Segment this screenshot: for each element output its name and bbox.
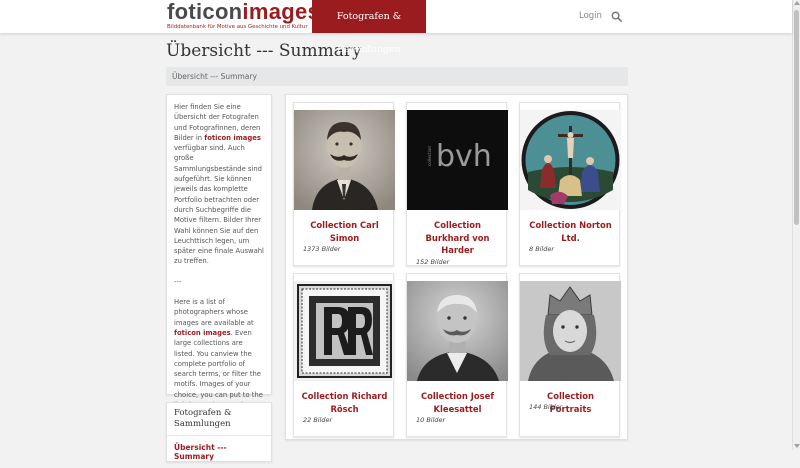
sidebar-intro-box: Hier finden Sie eine Übersicht der Fotog… bbox=[166, 94, 272, 419]
sidebar-nav-box: Fotografen & Sammlungen Übersicht --- Su… bbox=[166, 402, 272, 462]
page-title: Übersicht --- Summary bbox=[166, 41, 362, 61]
collection-card-josef-kleesattel[interactable]: Collection Josef Kleesattel 10 Bilder bbox=[406, 273, 508, 437]
collection-title-richard-roesch[interactable]: Collection Richard Rösch bbox=[300, 390, 389, 415]
scroll-up-arrow-icon[interactable] bbox=[794, 1, 800, 5]
collection-image-portraits[interactable] bbox=[520, 281, 621, 381]
logo-part-2: images bbox=[242, 0, 321, 24]
page-scrollbar[interactable] bbox=[792, 0, 800, 450]
collection-count-portraits: 144 Bilder bbox=[529, 403, 563, 411]
logo-wordmark: foticonimages bbox=[167, 0, 320, 24]
collection-count-burkhard-von-harder: 152 Bilder bbox=[416, 258, 450, 266]
collection-count-josef-kleesattel: 10 Bilder bbox=[416, 416, 446, 424]
sidebar-nav-summary-link[interactable]: Übersicht --- Summary bbox=[167, 436, 271, 468]
collection-image-norton-ltd[interactable] bbox=[520, 110, 621, 210]
collection-image-richard-roesch[interactable] bbox=[294, 281, 395, 381]
logo-tagline: Bilddatenbank für Motive aus Geschichte … bbox=[167, 24, 308, 30]
collection-card-norton-ltd[interactable]: Collection Norton Ltd. 8 Bilder bbox=[519, 102, 621, 266]
bvh-logo-small-text: collection bbox=[427, 146, 432, 166]
intro-en-text-1: Here is a list of photographers whose im… bbox=[174, 298, 254, 327]
intro-en-brand-link[interactable]: foticon images bbox=[174, 329, 231, 337]
collections-panel: Collection Carl Simon 1373 Bilder collec… bbox=[285, 94, 628, 440]
collection-image-josef-kleesattel[interactable] bbox=[407, 281, 508, 381]
collection-image-burkhard-von-harder[interactable]: collection bvh bbox=[407, 110, 508, 210]
breadcrumb: Übersicht --- Summary bbox=[166, 67, 628, 86]
collection-title-burkhard-von-harder[interactable]: Collection Burkhard von Harder bbox=[413, 219, 502, 257]
intro-german: Hier finden Sie eine Übersicht der Fotog… bbox=[174, 102, 264, 267]
intro-de-brand-link[interactable]: foticon images bbox=[204, 134, 261, 142]
logo-part-1: foticon bbox=[167, 0, 243, 24]
collection-card-carl-simon[interactable]: Collection Carl Simon 1373 Bilder bbox=[293, 102, 395, 266]
search-icon[interactable] bbox=[611, 11, 622, 22]
sidebar-nav-title: Fotografen & Sammlungen bbox=[167, 403, 271, 436]
site-logo[interactable]: foticonimages Bilddatenbank für Motive a… bbox=[167, 0, 320, 33]
intro-separator: --- bbox=[174, 277, 182, 286]
collection-card-richard-roesch[interactable]: Collection Richard Rösch 22 Bilder bbox=[293, 273, 395, 437]
collection-count-richard-roesch: 22 Bilder bbox=[303, 416, 333, 424]
collection-card-portraits[interactable]: Collection Portraits 144 Bilder bbox=[519, 273, 621, 437]
collection-card-burkhard-von-harder[interactable]: collection bvh Collection Burkhard von H… bbox=[406, 102, 508, 266]
top-navbar: foticonimages Bilddatenbank für Motive a… bbox=[0, 0, 792, 55]
login-link[interactable]: Login bbox=[579, 0, 602, 33]
scroll-down-arrow-icon[interactable] bbox=[794, 444, 800, 448]
intro-de-text-2: verfügbar sind. Auch große Sammlungsbest… bbox=[174, 144, 264, 266]
collection-title-norton-ltd[interactable]: Collection Norton Ltd. bbox=[526, 219, 615, 244]
collection-count-norton-ltd: 8 Bilder bbox=[529, 245, 555, 253]
bvh-logo-text: bvh bbox=[436, 139, 492, 174]
collection-title-josef-kleesattel[interactable]: Collection Josef Kleesattel bbox=[413, 390, 502, 415]
collection-count-carl-simon: 1373 Bilder bbox=[303, 245, 341, 253]
breadcrumb-current[interactable]: Übersicht --- Summary bbox=[172, 72, 257, 81]
collection-title-carl-simon[interactable]: Collection Carl Simon bbox=[300, 219, 389, 244]
nav-fotografen-sammlungen[interactable]: Fotografen & Sammlungen bbox=[312, 0, 426, 55]
scroll-thumb[interactable] bbox=[794, 10, 799, 225]
collection-image-carl-simon[interactable] bbox=[294, 110, 395, 210]
